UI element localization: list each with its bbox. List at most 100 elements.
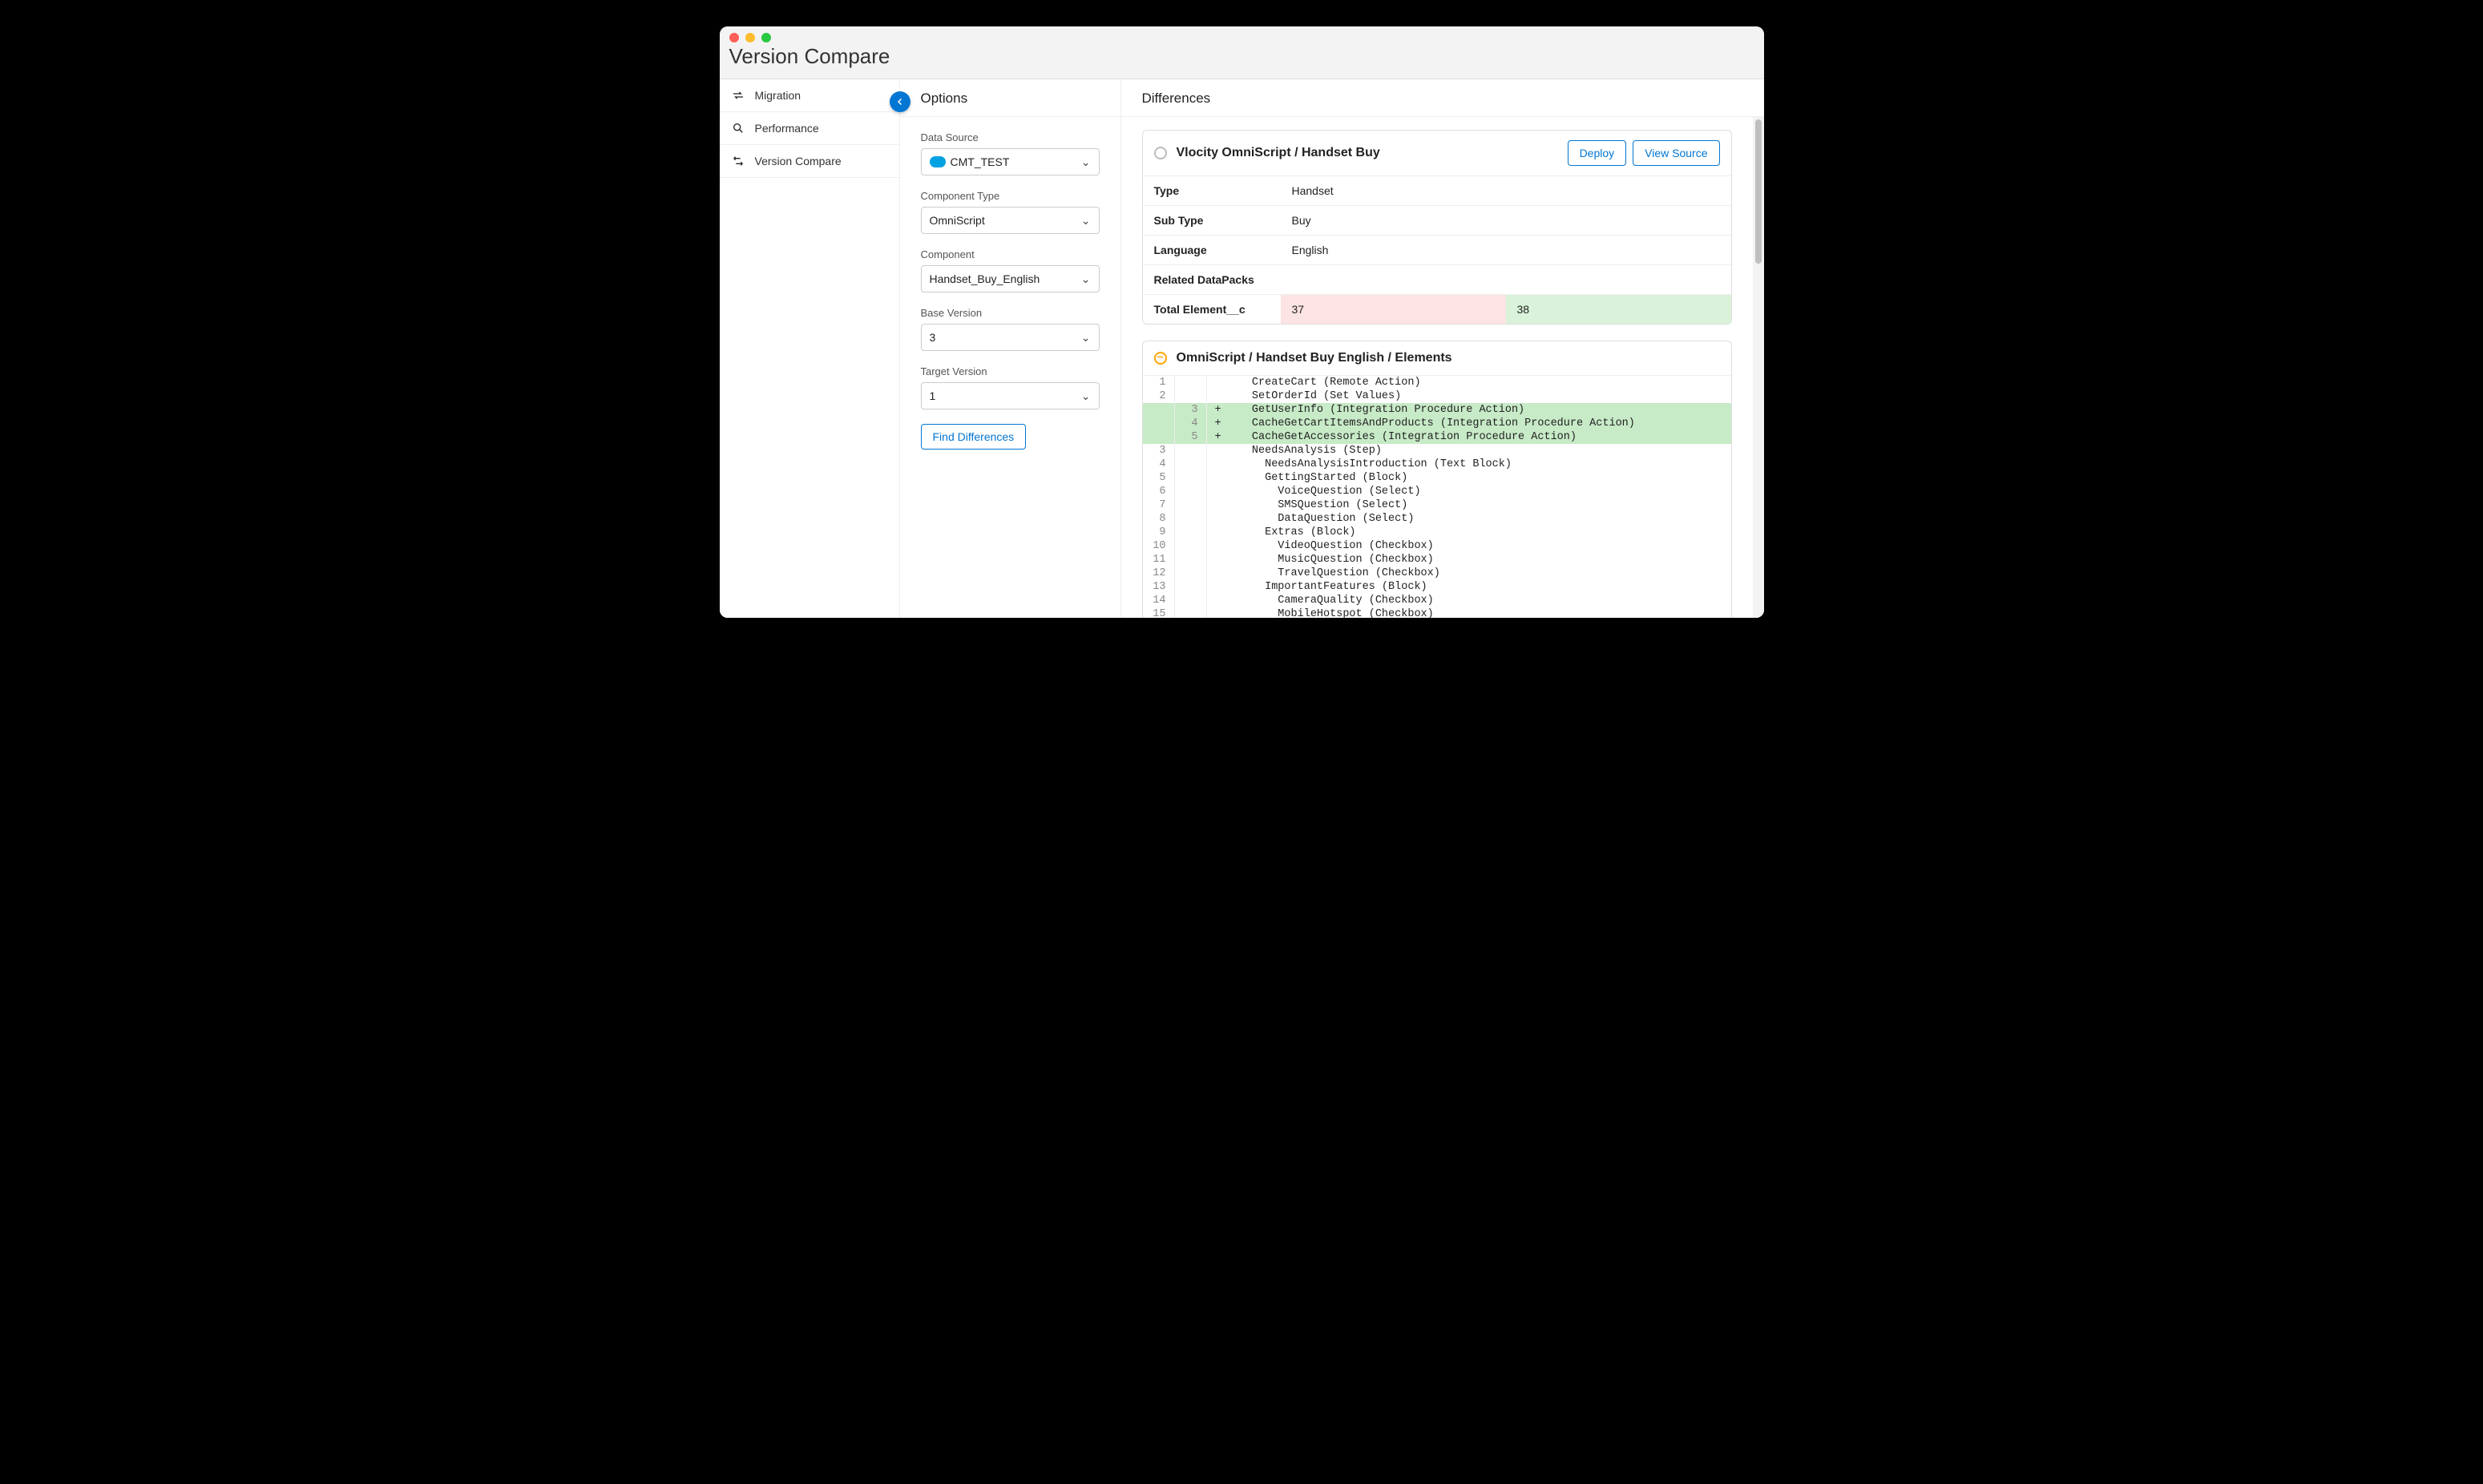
component-label: Component <box>921 248 1100 260</box>
line-number-left: 5 <box>1143 471 1175 485</box>
options-panel: Options Data Source CMT_TEST ⌄ Component… <box>900 79 1121 618</box>
table-row: LanguageEnglish <box>1143 236 1731 265</box>
collapse-panel-button[interactable] <box>890 91 910 112</box>
line-number-right <box>1175 376 1207 389</box>
prop-value: English <box>1281 236 1731 265</box>
chevron-down-icon: ⌄ <box>1081 389 1091 403</box>
table-row: Sub TypeBuy <box>1143 206 1731 236</box>
sidebar-item-label: Version Compare <box>755 155 842 167</box>
line-number-right <box>1175 567 1207 580</box>
base-version-label: Base Version <box>921 307 1100 319</box>
swap-icon <box>731 89 745 102</box>
target-version-select[interactable]: 1 ⌄ <box>921 382 1100 409</box>
status-unchanged-icon <box>1154 147 1167 159</box>
line-number-right <box>1175 458 1207 471</box>
prop-value <box>1281 265 1731 295</box>
line-number-left <box>1143 430 1175 444</box>
card-title: OmniScript / Handset Buy English / Eleme… <box>1177 351 1452 365</box>
line-number-right <box>1175 526 1207 539</box>
line-number-right: 4 <box>1175 417 1207 430</box>
line-number-left: 8 <box>1143 512 1175 526</box>
search-icon <box>731 122 745 135</box>
chevron-down-icon: ⌄ <box>1081 155 1091 169</box>
code-text: NeedsAnalysis (Step) <box>1207 444 1731 458</box>
code-line: 11 MusicQuestion (Checkbox) <box>1143 553 1731 567</box>
line-number-left <box>1143 403 1175 417</box>
line-number-right <box>1175 485 1207 498</box>
minimize-window-button[interactable] <box>745 33 755 42</box>
chevron-down-icon: ⌄ <box>1081 331 1091 345</box>
view-source-button[interactable]: View Source <box>1633 140 1719 166</box>
line-number-right <box>1175 444 1207 458</box>
sidebar-item-version-compare[interactable]: Version Compare <box>720 145 899 178</box>
prop-label: Type <box>1143 176 1281 206</box>
sidebar-item-performance[interactable]: Performance <box>720 112 899 145</box>
code-text: CameraQuality (Checkbox) <box>1207 594 1731 607</box>
scrollbar[interactable] <box>1753 117 1764 618</box>
table-row: Related DataPacks <box>1143 265 1731 295</box>
prop-label: Total Element__c <box>1143 295 1281 325</box>
deploy-button[interactable]: Deploy <box>1568 140 1627 166</box>
sidebar-item-migration[interactable]: Migration <box>720 79 899 112</box>
find-differences-button[interactable]: Find Differences <box>921 424 1027 450</box>
component-value: Handset_Buy_English <box>930 272 1040 285</box>
line-number-right <box>1175 594 1207 607</box>
table-row: TypeHandset <box>1143 176 1731 206</box>
diff-card-elements: OmniScript / Handset Buy English / Eleme… <box>1142 341 1732 618</box>
code-text: GettingStarted (Block) <box>1207 471 1731 485</box>
window-title: Version Compare <box>729 42 1754 75</box>
line-number-right <box>1175 389 1207 403</box>
prop-label: Related DataPacks <box>1143 265 1281 295</box>
line-number-left: 4 <box>1143 458 1175 471</box>
code-line: 1 CreateCart (Remote Action) <box>1143 376 1731 389</box>
code-text: ImportantFeatures (Block) <box>1207 580 1731 594</box>
data-source-value: CMT_TEST <box>951 155 1010 168</box>
chevron-down-icon: ⌄ <box>1081 272 1091 286</box>
code-line: 6 VoiceQuestion (Select) <box>1143 485 1731 498</box>
code-line: 13 ImportantFeatures (Block) <box>1143 580 1731 594</box>
code-line: 4 NeedsAnalysisIntroduction (Text Block) <box>1143 458 1731 471</box>
code-text: MusicQuestion (Checkbox) <box>1207 553 1731 567</box>
prop-value-new: 38 <box>1506 295 1731 325</box>
code-line: 2 SetOrderId (Set Values) <box>1143 389 1731 403</box>
traffic-lights <box>729 26 1754 42</box>
prop-label: Sub Type <box>1143 206 1281 236</box>
line-number-left: 10 <box>1143 539 1175 553</box>
line-number-right <box>1175 498 1207 512</box>
differences-title: Differences <box>1121 79 1764 117</box>
differences-panel: Differences Vlocity OmniScript / Handset… <box>1121 79 1764 618</box>
line-number-right: 5 <box>1175 430 1207 444</box>
target-version-value: 1 <box>930 389 936 402</box>
prop-value-old: 37 <box>1281 295 1506 325</box>
card-title: Vlocity OmniScript / Handset Buy <box>1177 146 1380 160</box>
line-number-left: 6 <box>1143 485 1175 498</box>
base-version-select[interactable]: 3 ⌄ <box>921 324 1100 351</box>
salesforce-icon <box>930 156 946 167</box>
line-number-right <box>1175 539 1207 553</box>
code-line: 5+ CacheGetAccessories (Integration Proc… <box>1143 430 1731 444</box>
status-changed-icon <box>1154 352 1167 365</box>
code-line: 9 Extras (Block) <box>1143 526 1731 539</box>
sidebar-item-label: Performance <box>755 122 819 135</box>
data-source-select[interactable]: CMT_TEST ⌄ <box>921 148 1100 175</box>
code-text: TravelQuestion (Checkbox) <box>1207 567 1731 580</box>
line-number-left: 11 <box>1143 553 1175 567</box>
maximize-window-button[interactable] <box>761 33 771 42</box>
scrollbar-thumb[interactable] <box>1755 119 1762 264</box>
line-number-left <box>1143 417 1175 430</box>
code-text: VideoQuestion (Checkbox) <box>1207 539 1731 553</box>
line-number-left: 7 <box>1143 498 1175 512</box>
close-window-button[interactable] <box>729 33 739 42</box>
component-type-select[interactable]: OmniScript ⌄ <box>921 207 1100 234</box>
target-version-label: Target Version <box>921 365 1100 377</box>
sidebar: Migration Performance Version Compare <box>720 79 900 618</box>
prop-value: Handset <box>1281 176 1731 206</box>
table-row: Total Element__c3738 <box>1143 295 1731 325</box>
code-line: 15 MobileHotspot (Checkbox) <box>1143 607 1731 618</box>
component-select[interactable]: Handset_Buy_English ⌄ <box>921 265 1100 292</box>
line-number-left: 12 <box>1143 567 1175 580</box>
code-text: MobileHotspot (Checkbox) <box>1207 607 1731 618</box>
code-text: CreateCart (Remote Action) <box>1207 376 1731 389</box>
code-line: 4+ CacheGetCartItemsAndProducts (Integra… <box>1143 417 1731 430</box>
line-number-right: 3 <box>1175 403 1207 417</box>
